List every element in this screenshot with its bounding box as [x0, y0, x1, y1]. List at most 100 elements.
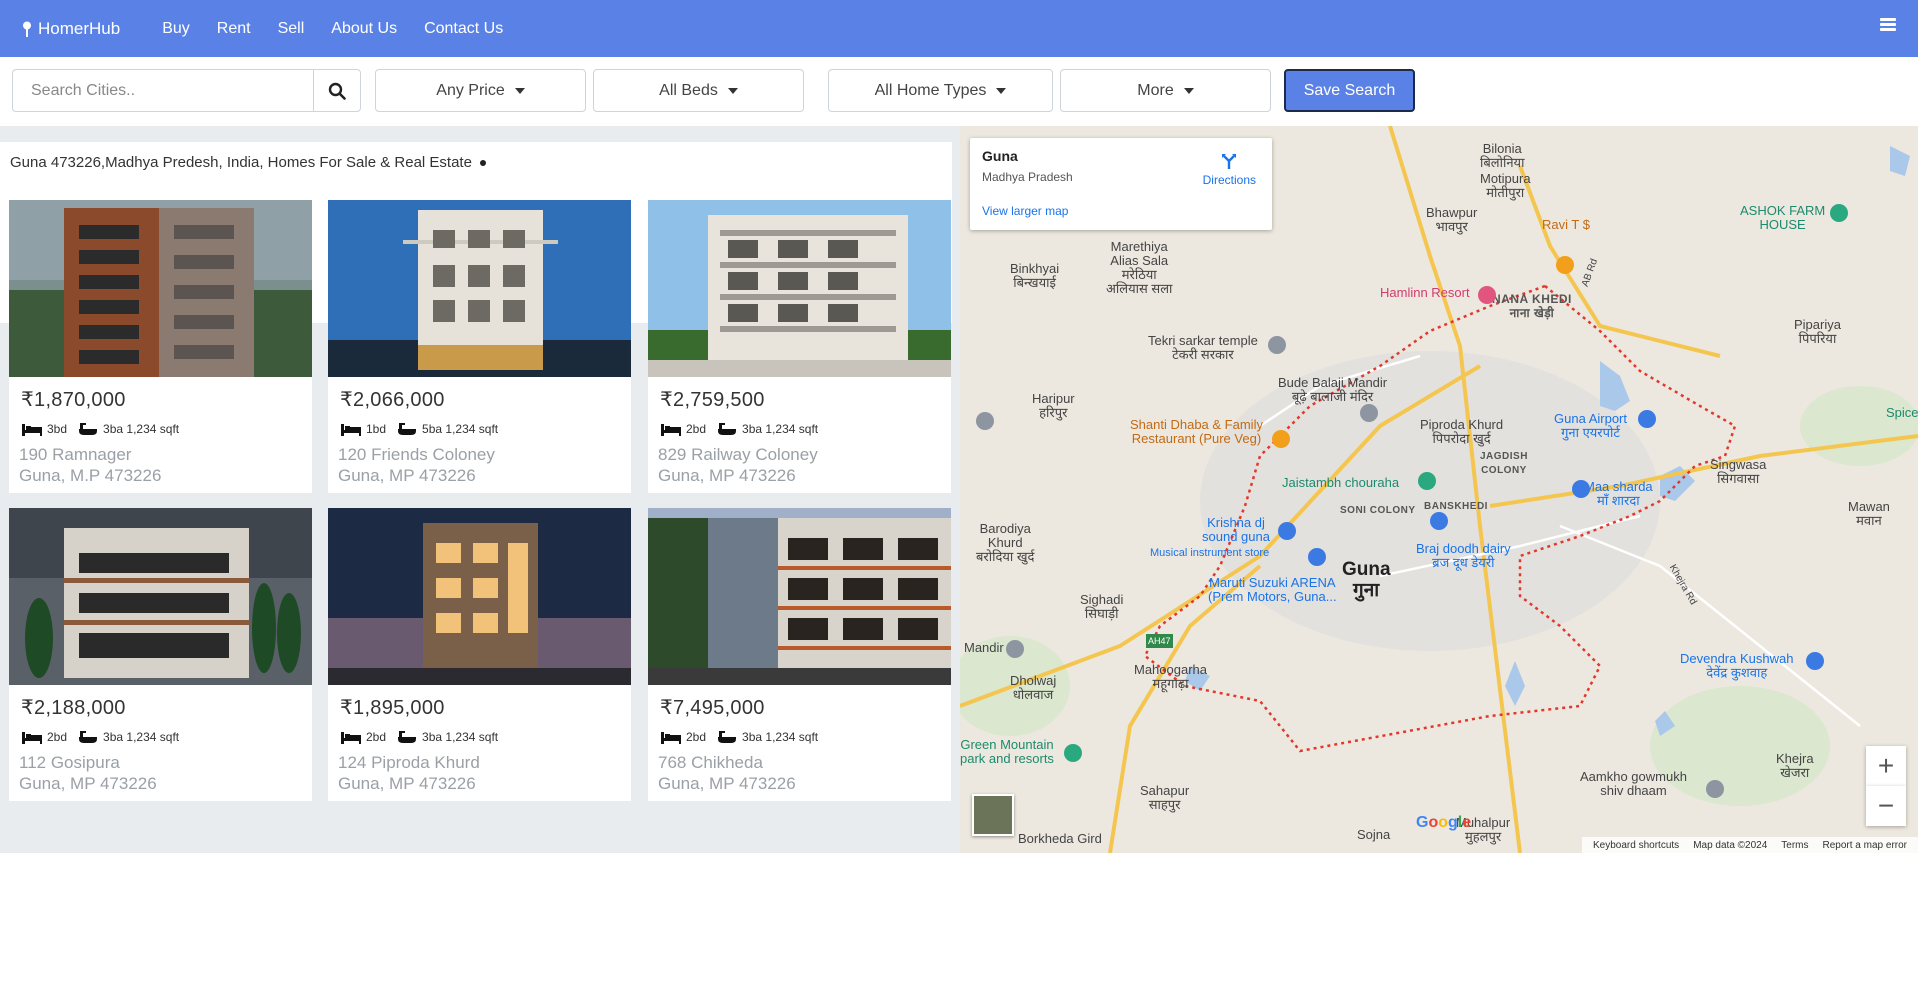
map-label: Binkhyai बिन्खयाई	[1010, 261, 1060, 290]
nav-link-rent[interactable]: Rent	[217, 20, 251, 38]
poi-marker-icon[interactable]	[1272, 430, 1290, 448]
bath-icon	[718, 731, 737, 743]
map-label: Tekri sarkar temple टेकरी सरकार	[1148, 333, 1258, 362]
nav-links: Buy Rent Sell About Us Contact Us	[162, 20, 530, 38]
top-navbar: HomerHub Buy Rent Sell About Us Contact …	[0, 0, 1918, 57]
nav-link-about[interactable]: About Us	[331, 20, 397, 38]
poi-marker-icon[interactable]	[1006, 640, 1024, 658]
poi-marker-icon[interactable]	[1418, 472, 1436, 490]
bath-icon	[718, 423, 737, 435]
zoom-in-button[interactable]: +	[1866, 746, 1906, 786]
poi-marker-icon[interactable]	[1430, 512, 1448, 530]
nav-link-buy[interactable]: Buy	[162, 20, 190, 38]
listing-photo[interactable]	[9, 508, 312, 685]
listing-specs: 3bd 3ba 1,234 sqft	[21, 422, 179, 436]
map-label: Krishna dj sound guna	[1202, 515, 1270, 544]
price-filter-dropdown[interactable]: Any Price	[375, 69, 586, 112]
listing-street: 112 Gosipura	[19, 753, 120, 772]
poi-marker-icon[interactable]	[1064, 744, 1082, 762]
map-label: Singwasa सिगवासा	[1710, 457, 1767, 486]
more-filter-dropdown[interactable]: More	[1060, 69, 1271, 112]
home-types-filter-dropdown[interactable]: All Home Types	[828, 69, 1053, 112]
map-place-region: Madhya Pradesh	[982, 170, 1073, 184]
map-label: Hamlinn Resort	[1380, 285, 1470, 300]
save-search-button[interactable]: Save Search	[1284, 69, 1415, 112]
map-embed[interactable]: Guna Madhya Pradesh View larger map Dire…	[960, 126, 1918, 853]
poi-marker-icon[interactable]	[1638, 410, 1656, 428]
listing-photo[interactable]	[328, 200, 631, 377]
map-label: BANSKHEDI	[1424, 501, 1488, 512]
poi-marker-icon[interactable]	[1308, 548, 1326, 566]
map-label: Sahapur साहपुर	[1140, 783, 1190, 812]
listing-card[interactable]: ₹7,495,000 2bd 3ba 1,234 sqft 768 Chikhe…	[648, 508, 951, 801]
listing-sqft: 1,234 sqft	[126, 730, 180, 744]
caret-down-icon	[996, 87, 1007, 94]
listing-photo[interactable]	[648, 508, 951, 685]
search-cities-input[interactable]	[12, 69, 313, 112]
search-button[interactable]	[313, 69, 361, 112]
hamburger-menu-icon[interactable]	[1880, 18, 1896, 32]
listing-street: 829 Railway Coloney	[658, 445, 818, 464]
poi-marker-icon[interactable]	[1478, 286, 1496, 304]
listing-specs: 1bd 5ba 1,234 sqft	[340, 422, 498, 436]
listing-price: ₹1,870,000	[21, 389, 126, 411]
home-types-filter-label: All Home Types	[874, 81, 987, 99]
listing-beds: 3bd	[47, 422, 68, 436]
map-label: Maruti Suzuki ARENA (Prem Motors, Guna..…	[1208, 575, 1337, 604]
listing-price: ₹7,495,000	[660, 697, 765, 719]
listing-card[interactable]: ₹2,188,000 2bd 3ba 1,234 sqft 112 Gosipu…	[9, 508, 312, 801]
listing-beds: 2bd	[47, 730, 68, 744]
search-icon	[328, 82, 346, 100]
map-pin-icon	[23, 21, 31, 37]
keyboard-shortcuts-link[interactable]: Keyboard shortcuts	[1593, 840, 1679, 851]
view-larger-map-link[interactable]: View larger map	[982, 204, 1068, 218]
map-label: Musical instrument store	[1150, 547, 1270, 559]
listing-photo[interactable]	[9, 200, 312, 377]
directions-button[interactable]: Directions	[1203, 152, 1256, 187]
poi-marker-icon[interactable]	[976, 412, 994, 430]
map-label: Green Mountain park and resorts	[960, 737, 1054, 766]
poi-marker-icon[interactable]	[1268, 336, 1286, 354]
terms-link[interactable]: Terms	[1781, 840, 1808, 851]
poi-marker-icon[interactable]	[1360, 404, 1378, 422]
listing-photo[interactable]	[328, 508, 631, 685]
price-filter-label: Any Price	[436, 81, 505, 99]
map-label: SONI COLONY	[1340, 505, 1416, 516]
brand-name: HomerHub	[38, 18, 121, 38]
listing-price: ₹1,895,000	[340, 697, 445, 719]
caret-down-icon	[727, 87, 738, 94]
caret-down-icon	[1183, 87, 1194, 94]
map-attribution-bar: Keyboard shortcuts Map data ©2024 Terms …	[1582, 837, 1918, 853]
listing-city: Guna, MP 473226	[338, 774, 476, 793]
map-label: Sighadi सिघाड़ी	[1080, 592, 1124, 621]
map-label: AH47	[1146, 634, 1173, 648]
poi-marker-icon[interactable]	[1706, 780, 1724, 798]
report-map-error-link[interactable]: Report a map error	[1823, 840, 1907, 851]
poi-marker-icon[interactable]	[1830, 204, 1848, 222]
bed-icon	[341, 424, 361, 436]
beds-filter-dropdown[interactable]: All Beds	[593, 69, 804, 112]
listing-specs: 2bd 3ba 1,234 sqft	[660, 730, 818, 744]
beds-filter-label: All Beds	[659, 81, 718, 99]
listing-card[interactable]: ₹2,066,000 1bd 5ba 1,234 sqft 120 Friend…	[328, 200, 631, 493]
bath-icon	[79, 423, 98, 435]
listing-card[interactable]: ₹1,895,000 2bd 3ba 1,234 sqft 124 Piprod…	[328, 508, 631, 801]
listing-price: ₹2,188,000	[21, 697, 126, 719]
nav-link-contact[interactable]: Contact Us	[424, 20, 503, 38]
poi-marker-icon[interactable]	[1572, 480, 1590, 498]
map-label: Aamkho gowmukh shiv dhaam	[1580, 769, 1687, 798]
listing-card[interactable]: ₹2,759,500 2bd 3ba 1,234 sqft 829 Railwa…	[648, 200, 951, 493]
map-label: Bude Balaji Mandir बूढ़े बालाजी मंदिर	[1278, 375, 1388, 404]
satellite-layer-toggle[interactable]	[972, 794, 1014, 836]
listing-photo[interactable]	[648, 200, 951, 377]
poi-marker-icon[interactable]	[1806, 652, 1824, 670]
listing-sqft: 1,234 sqft	[765, 730, 819, 744]
map-label: NANA KHEDI नाना खेड़ी	[1492, 292, 1572, 320]
bath-icon	[398, 423, 417, 435]
poi-marker-icon[interactable]	[1556, 256, 1574, 274]
brand-logo[interactable]: HomerHub	[22, 19, 120, 39]
zoom-out-button[interactable]: −	[1866, 786, 1906, 826]
nav-link-sell[interactable]: Sell	[278, 20, 305, 38]
listing-card[interactable]: ₹1,870,000 3bd 3ba 1,234 sqft 190 Ramnag…	[9, 200, 312, 493]
poi-marker-icon[interactable]	[1278, 522, 1296, 540]
